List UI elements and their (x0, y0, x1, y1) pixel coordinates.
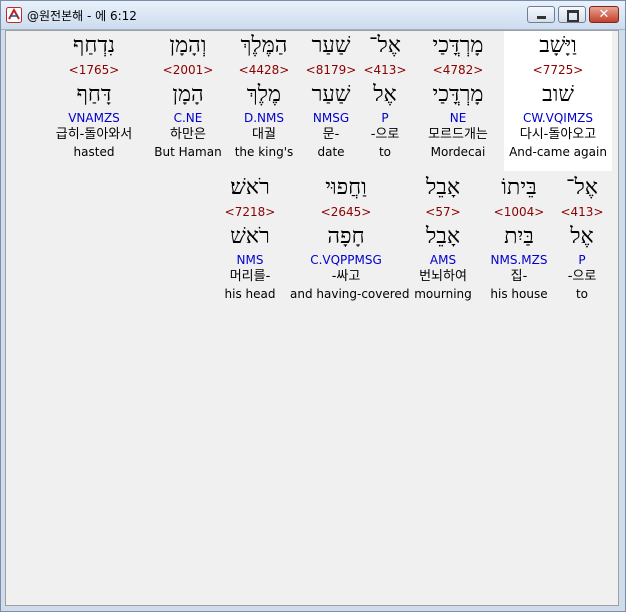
hebrew-word: נִדְחַף (72, 33, 116, 58)
korean-gloss: 하만은 (170, 127, 206, 142)
interlinear-panel: וַיָּשָׁב <7725> שׁוב CW.VQIMZS 다시-돌아오고 … (5, 30, 619, 606)
hebrew-word: רֹאשׁ׃ (230, 175, 270, 200)
lemma: אֶל (373, 82, 397, 107)
english-gloss: the king's (234, 145, 294, 159)
lemma: הָמָן (172, 82, 204, 107)
korean-gloss: 집- (510, 269, 528, 284)
strong-number[interactable]: <413> (558, 203, 606, 221)
lemma: אָבֵל (425, 224, 461, 249)
parsing-code: NMS.MZS (490, 253, 548, 267)
parsing-code: C.VQPPMSG (310, 253, 382, 267)
english-gloss: Mordecai (430, 145, 486, 159)
korean-gloss: 다시-돌아오고 (519, 127, 597, 142)
english-gloss: mourning (414, 287, 472, 301)
close-icon: ✕ (598, 7, 610, 22)
lemma: שַׁעַר (311, 82, 351, 107)
hebrew-word: מָרְדֳּכַי (432, 33, 484, 58)
strong-number[interactable]: <4428> (232, 61, 296, 79)
word-block[interactable]: וְהָמָן <2001> הָמָן C.NE 하만은 But Haman (152, 31, 224, 171)
korean-gloss: 문- (322, 127, 340, 142)
strong-number[interactable]: <1004> (484, 203, 554, 221)
english-gloss: And-came again (509, 145, 607, 159)
hebrew-word: שַׁעַר (311, 33, 351, 58)
parsing-code: NMSG (312, 111, 350, 125)
hebrew-word: וַחֲפוּי (325, 175, 367, 200)
strong-number[interactable]: <2645> (290, 203, 402, 221)
korean-gloss: -으로 (370, 127, 400, 142)
lemma: רֹאשׁ (230, 224, 270, 249)
strong-number[interactable]: <2001> (152, 61, 224, 79)
lemma: מֶלֶךְ (246, 82, 282, 107)
app-window: @원전본해 - 에 6:12 ✕ וַיָּשָׁב <7725> שׁוב C… (0, 0, 626, 612)
lemma: שׁוב (542, 82, 574, 107)
word-block[interactable]: מָרְדֳּכַי <4782> מָרְדֳּכַי NE 모르드개는 Mo… (416, 31, 500, 171)
english-gloss: his head (224, 287, 276, 301)
hebrew-word: וְהָמָן (169, 33, 207, 58)
hebrew-word: אָבֵל (425, 175, 461, 200)
lemma: דָּחַף (76, 82, 112, 107)
word-block[interactable]: אֶל־ <413> אֶל P -으로 to (558, 173, 606, 313)
app-logo-icon (6, 7, 22, 23)
word-block[interactable]: הַמֶּלֶךְ <4428> מֶלֶךְ D.NMS 대궐 the kin… (232, 31, 296, 171)
english-gloss: hasted (73, 145, 115, 159)
word-block[interactable]: וַיָּשָׁב <7725> שׁוב CW.VQIMZS 다시-돌아오고 … (504, 31, 612, 171)
maximize-button[interactable] (558, 6, 586, 23)
hebrew-word: בֵּיתוֹ (501, 175, 537, 200)
strong-number[interactable]: <7218> (218, 203, 282, 221)
word-block[interactable]: רֹאשׁ׃ <7218> רֹאשׁ NMS 머리를- his head (218, 173, 282, 313)
parsing-code: P (381, 111, 389, 125)
strong-number[interactable]: <8179> (304, 61, 358, 79)
lemma: מָרְדֳּכַי (432, 82, 484, 107)
strong-number[interactable]: <1765> (44, 61, 144, 79)
lemma: חָפָה (327, 224, 365, 249)
parsing-code: CW.VQIMZS (522, 111, 594, 125)
strong-number[interactable]: <57> (410, 203, 476, 221)
parsing-code: NE (449, 111, 467, 125)
minimize-icon (537, 16, 546, 19)
hebrew-word: וַיָּשָׁב (539, 33, 577, 58)
parsing-code: P (578, 253, 586, 267)
english-gloss: his house (490, 287, 548, 301)
english-gloss: and having-covered (290, 287, 410, 301)
window-title: @원전본해 - 에 6:12 (27, 9, 137, 23)
strong-number[interactable]: <7725> (504, 61, 612, 79)
korean-gloss: 대궐 (252, 127, 276, 142)
korean-gloss: -싸고 (331, 269, 361, 284)
parsing-code: C.NE (173, 111, 203, 125)
close-button[interactable]: ✕ (589, 6, 619, 23)
english-gloss: But Haman (154, 145, 222, 159)
word-block[interactable]: בֵּיתוֹ <1004> בַּיִת NMS.MZS 집- his hou… (484, 173, 554, 313)
word-block[interactable]: אָבֵל <57> אָבֵל AMS 번뇌하여 mourning (410, 173, 476, 313)
lemma: אֶל (570, 224, 594, 249)
korean-gloss: 번뇌하여 (419, 269, 467, 284)
parsing-code: AMS (429, 253, 457, 267)
hebrew-word: אֶל־ (369, 33, 401, 58)
minimize-button[interactable] (527, 6, 555, 23)
word-block[interactable]: נִדְחַף <1765> דָּחַף VNAMZS 급히-돌아와서 has… (44, 31, 144, 171)
korean-gloss: 급히-돌아와서 (55, 127, 133, 142)
hebrew-word: אֶל־ (566, 175, 598, 200)
korean-gloss: -으로 (567, 269, 597, 284)
lemma: בַּיִת (504, 224, 534, 249)
english-gloss: date (317, 145, 345, 159)
parsing-code: NMS (236, 253, 264, 267)
maximize-icon (567, 10, 579, 22)
parsing-code: VNAMZS (68, 111, 120, 125)
hebrew-word: הַמֶּלֶךְ (240, 33, 288, 58)
korean-gloss: 머리를- (229, 269, 271, 284)
title-bar[interactable]: @원전본해 - 에 6:12 ✕ (1, 1, 625, 30)
word-block[interactable]: וַחֲפוּי <2645> חָפָה C.VQPPMSG -싸고 and … (290, 173, 410, 313)
english-gloss: to (378, 145, 392, 159)
strong-number[interactable]: <413> (360, 61, 410, 79)
english-gloss: to (575, 287, 589, 301)
word-block[interactable]: אֶל־ <413> אֶל P -으로 to (360, 31, 410, 171)
parsing-code: D.NMS (243, 111, 284, 125)
korean-gloss: 모르드개는 (428, 127, 488, 142)
strong-number[interactable]: <4782> (416, 61, 500, 79)
word-block[interactable]: שַׁעַר <8179> שַׁעַר NMSG 문- date (304, 31, 358, 171)
